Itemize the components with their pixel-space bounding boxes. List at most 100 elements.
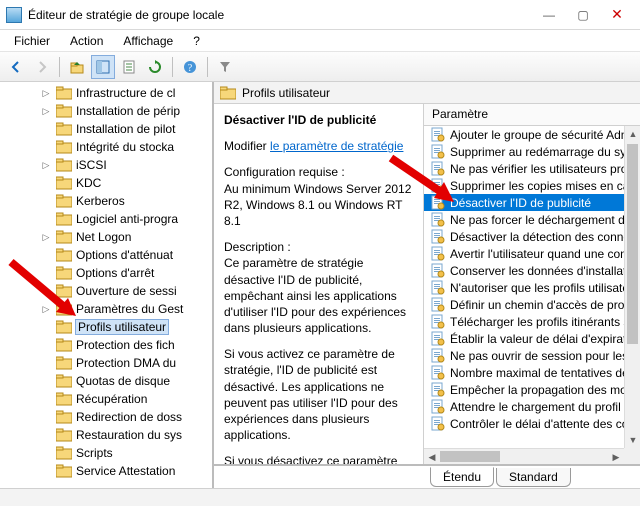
tree-node[interactable]: Quotas de disque xyxy=(0,372,212,390)
description-label: Description : xyxy=(224,240,291,254)
tree-node-label: Ouverture de sessi xyxy=(76,284,177,298)
hscroll-thumb[interactable] xyxy=(440,451,500,462)
menu-file[interactable]: Fichier xyxy=(6,32,58,50)
policy-list[interactable]: Ajouter le groupe de sécurité AdminSuppr… xyxy=(424,126,624,448)
scroll-down-icon[interactable]: ▼ xyxy=(625,432,640,448)
scroll-left-icon[interactable]: ◀ xyxy=(424,449,440,464)
tree-node[interactable]: ▷iSCSI xyxy=(0,156,212,174)
list-pane: Paramètre Ajouter le groupe de sécurité … xyxy=(424,104,640,464)
folder-icon xyxy=(56,266,72,280)
menu-help[interactable]: ? xyxy=(185,32,208,50)
right-pane-header: Profils utilisateur xyxy=(214,82,640,104)
folder-icon xyxy=(56,392,72,406)
policy-icon xyxy=(430,246,446,262)
policy-row[interactable]: Supprimer au redémarrage du systèm xyxy=(424,143,624,160)
scroll-up-icon[interactable]: ▲ xyxy=(625,126,640,142)
policy-row[interactable]: Contrôler le délai d'attente des conte xyxy=(424,415,624,432)
expander-icon[interactable]: ▷ xyxy=(40,232,52,243)
folder-icon xyxy=(56,356,72,370)
tree-node[interactable]: ▷Installation de périp xyxy=(0,102,212,120)
folder-icon xyxy=(56,176,72,190)
maximize-button[interactable]: ▢ xyxy=(566,4,600,26)
window-titlebar: Éditeur de stratégie de groupe locale — … xyxy=(0,0,640,30)
policy-row[interactable]: Ne pas vérifier les utilisateurs proprié xyxy=(424,160,624,177)
policy-row[interactable]: N'autoriser que les profils utilisateur xyxy=(424,279,624,296)
tree-node-label: Service Attestation xyxy=(76,464,175,478)
expander-icon[interactable]: ▷ xyxy=(40,160,52,171)
policy-row[interactable]: Avertir l'utilisateur quand une conne xyxy=(424,245,624,262)
tree-node[interactable]: Récupération xyxy=(0,390,212,408)
policy-label: Conserver les données d'installation xyxy=(450,264,624,278)
expander-icon[interactable]: ▷ xyxy=(40,106,52,117)
close-button[interactable]: ✕ xyxy=(600,4,634,26)
policy-row[interactable]: Nombre maximal de tentatives de d xyxy=(424,364,624,381)
selected-policy-title: Désactiver l'ID de publicité xyxy=(224,112,413,128)
policy-row[interactable]: Désactiver l'ID de publicité xyxy=(424,194,624,211)
minimize-button[interactable]: — xyxy=(532,4,566,26)
policy-icon xyxy=(430,416,446,432)
tree-node[interactable]: Kerberos xyxy=(0,192,212,210)
tree-node-label: Kerberos xyxy=(76,194,125,208)
tree-node[interactable]: Protection DMA du xyxy=(0,354,212,372)
back-button[interactable] xyxy=(4,55,28,79)
expander-icon[interactable]: ▷ xyxy=(40,304,52,315)
policy-row[interactable]: Ne pas ouvrir de session pour les util xyxy=(424,347,624,364)
policy-row[interactable]: Ajouter le groupe de sécurité Admin xyxy=(424,126,624,143)
policy-row[interactable]: Ne pas forcer le déchargement du R xyxy=(424,211,624,228)
tree-node[interactable]: ▷Paramètres du Gest xyxy=(0,300,212,318)
tree-node[interactable]: Options d'arrêt xyxy=(0,264,212,282)
policy-row[interactable]: Conserver les données d'installation xyxy=(424,262,624,279)
scroll-right-icon[interactable]: ▶ xyxy=(608,449,624,464)
scroll-thumb[interactable] xyxy=(627,144,638,344)
policy-label: Contrôler le délai d'attente des conte xyxy=(450,417,624,431)
up-button[interactable] xyxy=(65,55,89,79)
menu-view[interactable]: Affichage xyxy=(115,32,181,50)
tab-standard[interactable]: Standard xyxy=(496,468,571,487)
tree-node[interactable]: Intégrité du stocka xyxy=(0,138,212,156)
forward-button[interactable] xyxy=(30,55,54,79)
expander-icon[interactable]: ▷ xyxy=(40,88,52,99)
tree-node-label: Scripts xyxy=(76,446,113,460)
vertical-scrollbar[interactable]: ▲ ▼ xyxy=(624,126,640,448)
tree[interactable]: ▷Infrastructure de cl▷Installation de pé… xyxy=(0,82,212,488)
tab-extended[interactable]: Étendu xyxy=(430,467,494,487)
tree-node-label: Intégrité du stocka xyxy=(76,140,174,154)
help-button[interactable]: ? xyxy=(178,55,202,79)
menu-action[interactable]: Action xyxy=(62,32,111,50)
right-pane: Profils utilisateur Désactiver l'ID de p… xyxy=(214,82,640,488)
policy-row[interactable]: Empêcher la propagation des modifi xyxy=(424,381,624,398)
tree-node[interactable]: ▷Infrastructure de cl xyxy=(0,84,212,102)
export-list-button[interactable] xyxy=(117,55,141,79)
show-hide-tree-button[interactable] xyxy=(91,55,115,79)
policy-icon xyxy=(430,331,446,347)
policy-row[interactable]: Télécharger les profils itinérants sur xyxy=(424,313,624,330)
tree-node[interactable]: Redirection de doss xyxy=(0,408,212,426)
tree-node-label: Quotas de disque xyxy=(76,374,170,388)
tree-node[interactable]: Restauration du sys xyxy=(0,426,212,444)
policy-row[interactable]: Attendre le chargement du profil util xyxy=(424,398,624,415)
tree-node[interactable]: ▷Net Logon xyxy=(0,228,212,246)
policy-row[interactable]: Établir la valeur de délai d'expiration xyxy=(424,330,624,347)
tree-node[interactable]: Profils utilisateur xyxy=(0,318,212,336)
folder-icon xyxy=(56,284,72,298)
tree-node-label: Protection DMA du xyxy=(76,356,176,370)
list-column-header[interactable]: Paramètre xyxy=(424,104,640,126)
content-area: ▷Infrastructure de cl▷Installation de pé… xyxy=(0,82,640,488)
folder-icon xyxy=(56,248,72,262)
policy-row[interactable]: Définir un chemin d'accès de profil it xyxy=(424,296,624,313)
tree-node[interactable]: KDC xyxy=(0,174,212,192)
refresh-button[interactable] xyxy=(143,55,167,79)
tree-node[interactable]: Options d'atténuat xyxy=(0,246,212,264)
modify-policy-link[interactable]: le paramètre de stratégie xyxy=(270,139,403,153)
filter-button[interactable] xyxy=(213,55,237,79)
tree-node[interactable]: Scripts xyxy=(0,444,212,462)
policy-row[interactable]: Désactiver la détection des connexio xyxy=(424,228,624,245)
horizontal-scrollbar[interactable]: ◀ ▶ xyxy=(424,448,624,464)
tree-node[interactable]: Installation de pilot xyxy=(0,120,212,138)
policy-row[interactable]: Supprimer les copies mises en cache xyxy=(424,177,624,194)
tree-node[interactable]: Service Attestation xyxy=(0,462,212,480)
folder-icon xyxy=(56,410,72,424)
tree-node[interactable]: Logiciel anti-progra xyxy=(0,210,212,228)
tree-node[interactable]: Ouverture de sessi xyxy=(0,282,212,300)
tree-node[interactable]: Protection des fich xyxy=(0,336,212,354)
